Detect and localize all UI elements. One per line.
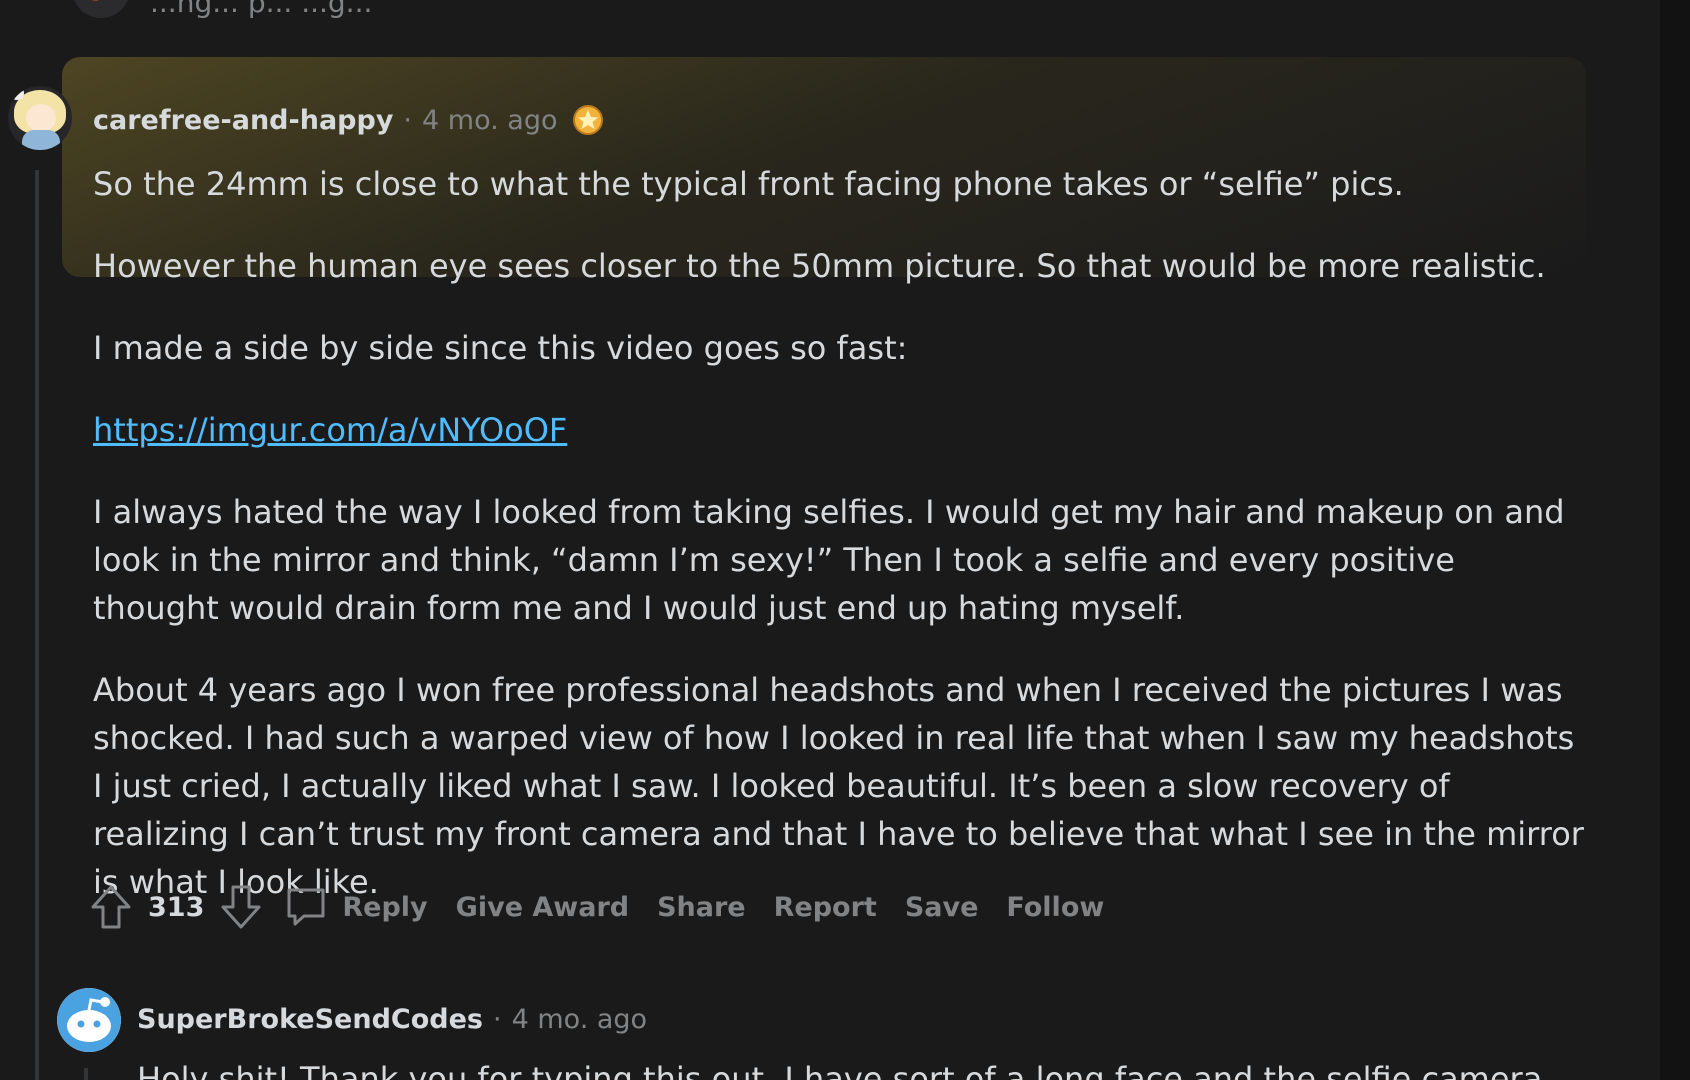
vote-count: 313 [148, 891, 205, 923]
follow-button[interactable]: Follow [1006, 892, 1104, 923]
save-button[interactable]: Save [905, 892, 979, 923]
comment-header: carefree-and-happy · 4 mo. ago [93, 100, 604, 140]
scrollbar[interactable] [1660, 0, 1690, 1080]
comment-paragraph: About 4 years ago I won free professiona… [93, 671, 1584, 901]
comment-timestamp[interactable]: 4 mo. ago [422, 105, 557, 136]
comment-bubble-icon[interactable] [284, 884, 330, 930]
reply-avatar[interactable] [57, 988, 121, 1052]
report-button[interactable]: Report [774, 892, 877, 923]
reply-comment-header: SuperBrokeSendCodes · 4 mo. ago [137, 999, 647, 1039]
avatar[interactable] [8, 86, 72, 150]
thread-line[interactable] [35, 170, 39, 1080]
share-button[interactable]: Share [657, 892, 746, 923]
star-award-icon[interactable] [572, 104, 604, 136]
comment-body: So the 24mm is close to what the typical… [93, 160, 1593, 940]
previous-comment-avatar[interactable] [72, 0, 130, 18]
reply-body: Holy shit! Thank you for typing this out… [137, 1060, 1543, 1080]
meta-separator: · [403, 104, 413, 136]
reply-timestamp[interactable]: 4 mo. ago [512, 1004, 647, 1035]
comment-paragraph: However the human eye sees closer to the… [93, 247, 1546, 285]
upvote-icon[interactable] [88, 884, 134, 930]
previous-comment-snippet: ...ng... p... ...g... [150, 0, 373, 19]
comment-paragraph: So the 24mm is close to what the typical… [93, 165, 1404, 203]
comment-author[interactable]: carefree-and-happy [93, 105, 393, 136]
meta-separator: · [493, 1003, 502, 1035]
imgur-link[interactable]: https://imgur.com/a/vNYOoOF [93, 411, 567, 449]
reply-button[interactable]: Reply [342, 892, 427, 923]
comment-paragraph: I made a side by side since this video g… [93, 329, 908, 367]
comment-thread-page: ...ng... p... ...g... carefree-and-happy… [0, 0, 1690, 1080]
reply-thread-line[interactable] [84, 1068, 88, 1080]
give-award-button[interactable]: Give Award [456, 892, 629, 923]
downvote-icon[interactable] [218, 884, 264, 930]
reply-author[interactable]: SuperBrokeSendCodes [137, 1004, 483, 1035]
comment-paragraph: I always hated the way I looked from tak… [93, 493, 1565, 627]
comment-action-bar: 313 Reply Give Award Share Report Save F… [88, 882, 1104, 932]
